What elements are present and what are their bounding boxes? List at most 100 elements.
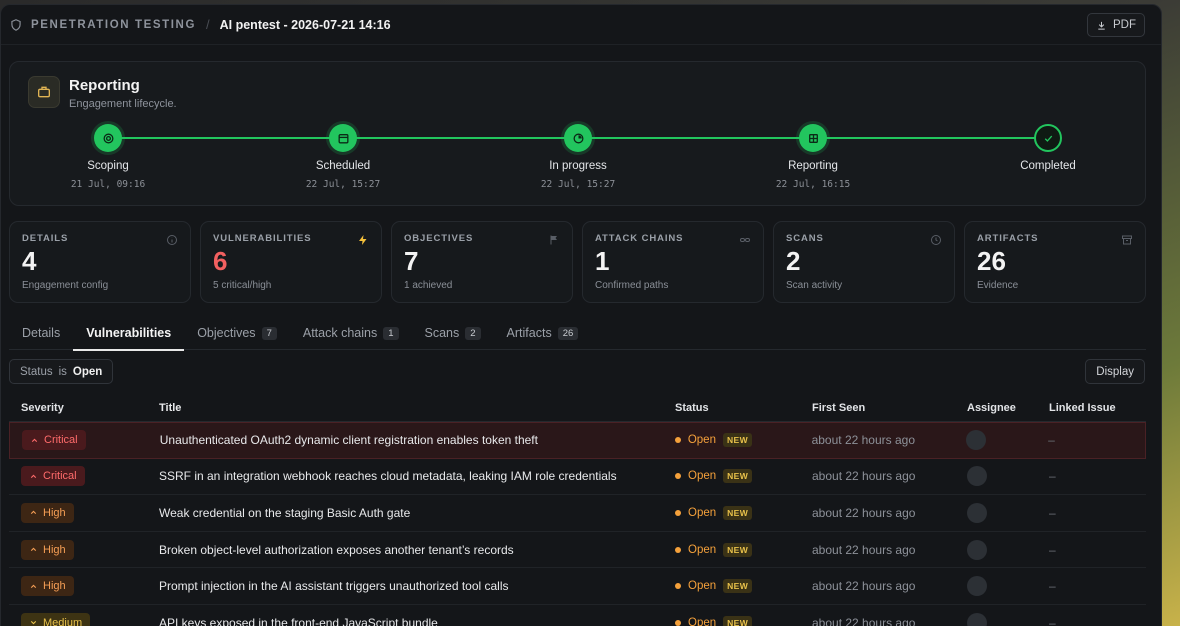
- linked-issue: –: [1049, 542, 1056, 557]
- vuln-title[interactable]: API keys exposed in the front-end JavaSc…: [159, 616, 675, 626]
- severity-badge[interactable]: Medium: [21, 612, 91, 626]
- card-details[interactable]: DETAILS 4 Engagement config: [9, 221, 191, 303]
- avatar[interactable]: [967, 612, 987, 626]
- lifecycle-panel: Reporting Engagement lifecycle. Scoping …: [9, 61, 1146, 206]
- tab-label: Attack chains: [302, 326, 378, 340]
- target-icon: [94, 124, 122, 152]
- col-severity[interactable]: Severity: [9, 402, 159, 414]
- stage-date: 22 Jul, 15:27: [540, 179, 616, 190]
- stage-label: In progress: [549, 160, 607, 172]
- shield-icon: [11, 18, 21, 31]
- col-assignee[interactable]: Assignee: [967, 402, 1049, 414]
- card-note: Evidence: [977, 280, 1019, 291]
- status-label: Open: [688, 580, 717, 593]
- card-label: SCANS: [786, 233, 824, 244]
- status-label: Open: [688, 616, 717, 626]
- stage-scheduled[interactable]: Scheduled 22 Jul, 15:27: [283, 124, 403, 190]
- severity-badge[interactable]: Critical: [22, 430, 86, 451]
- col-status[interactable]: Status: [675, 402, 812, 414]
- pdf-label: PDF: [1113, 19, 1136, 31]
- vuln-title[interactable]: Weak credential on the staging Basic Aut…: [159, 506, 675, 520]
- stage-label: Completed: [1020, 160, 1076, 172]
- vuln-title[interactable]: Prompt injection in the AI assistant tri…: [159, 579, 675, 593]
- avatar[interactable]: [967, 576, 987, 597]
- new-badge: NEW: [723, 579, 753, 594]
- col-title[interactable]: Title: [159, 402, 675, 414]
- top-bar: PENETRATION TESTING / AI pentest - 2026-…: [1, 5, 1161, 45]
- assignee-cell: [967, 612, 1049, 626]
- col-first-seen[interactable]: First Seen: [812, 402, 967, 414]
- stage-scoping[interactable]: Scoping 21 Jul, 09:16: [48, 124, 168, 190]
- first-seen: about 22 hours ago: [812, 615, 916, 626]
- avatar[interactable]: [967, 466, 987, 487]
- card-value: 2: [786, 246, 801, 276]
- new-badge: NEW: [722, 433, 752, 448]
- tab-scans[interactable]: Scans 2: [412, 316, 494, 350]
- first-seen: about 22 hours ago: [811, 433, 915, 448]
- grid-icon: [799, 124, 827, 152]
- table-row[interactable]: Critical SSRF in an integration webhook r…: [9, 459, 1146, 496]
- status-dot-icon: [675, 583, 681, 590]
- display-button[interactable]: Display: [1085, 359, 1145, 384]
- status-dot-icon: [675, 546, 681, 553]
- severity-cell: High: [9, 502, 159, 523]
- filter-field: Status: [20, 365, 53, 378]
- avatar[interactable]: [966, 430, 987, 451]
- chevron-icon: [30, 584, 37, 588]
- tab-objectives[interactable]: Objectives 7: [184, 316, 290, 350]
- status-cell: Open NEW: [675, 615, 812, 626]
- status-filter-chip[interactable]: Status is Open: [9, 359, 114, 384]
- tab-count: 1: [383, 326, 399, 340]
- status-label: Open: [688, 506, 717, 519]
- severity-badge[interactable]: High: [21, 576, 74, 597]
- stage-label: Reporting: [788, 160, 838, 172]
- status-cell: Open NEW: [675, 579, 812, 594]
- info-icon: [167, 235, 177, 245]
- chevron-icon: [30, 547, 37, 552]
- stage-label: Scheduled: [315, 160, 371, 172]
- pdf-export-button[interactable]: PDF: [1087, 13, 1145, 37]
- stage-completed[interactable]: Completed: [988, 124, 1108, 172]
- progress-icon: [564, 124, 592, 152]
- tab-artifacts[interactable]: Artifacts 26: [494, 316, 592, 350]
- table-row[interactable]: Medium API keys exposed in the front-end …: [9, 605, 1146, 626]
- card-scans[interactable]: SCANS 2 Scan activity: [773, 221, 955, 303]
- download-icon: [1098, 21, 1105, 30]
- table-row[interactable]: High Prompt injection in the AI assistant…: [9, 568, 1146, 605]
- severity-badge[interactable]: High: [21, 502, 74, 523]
- vuln-title[interactable]: SSRF in an integration webhook reaches c…: [159, 469, 675, 483]
- tab-details[interactable]: Details: [9, 316, 73, 350]
- new-badge: NEW: [723, 469, 753, 484]
- breadcrumb-section[interactable]: PENETRATION TESTING: [31, 19, 196, 31]
- vuln-title[interactable]: Unauthenticated OAuth2 dynamic client re…: [160, 433, 675, 447]
- card-attack-chains[interactable]: ATTACK CHAINS 1 Confirmed paths: [582, 221, 764, 303]
- status-dot-icon: [675, 619, 681, 626]
- tab-vulnerabilities[interactable]: Vulnerabilities: [73, 316, 185, 351]
- status-dot-icon: [675, 509, 681, 516]
- card-vulnerabilities[interactable]: VULNERABILITIES 6 5 critical/high: [200, 221, 382, 303]
- severity-badge[interactable]: High: [21, 539, 74, 560]
- card-label: OBJECTIVES: [404, 233, 474, 244]
- tab-count: 7: [261, 326, 277, 340]
- card-artifacts[interactable]: ARTIFACTS 26 Evidence: [964, 221, 1146, 303]
- avatar[interactable]: [967, 502, 987, 523]
- table-row[interactable]: Critical Unauthenticated OAuth2 dynamic c…: [9, 422, 1146, 459]
- vuln-title[interactable]: Broken object-level authorization expose…: [159, 543, 675, 557]
- col-linked-issue[interactable]: Linked Issue: [1049, 402, 1146, 414]
- card-objectives[interactable]: OBJECTIVES 7 1 achieved: [391, 221, 573, 303]
- severity-badge[interactable]: Critical: [21, 466, 85, 487]
- table-row[interactable]: High Broken object-level authorization ex…: [9, 532, 1146, 569]
- severity-cell: Critical: [9, 466, 159, 487]
- linked-issue: –: [1048, 433, 1055, 448]
- vulnerabilities-table: Severity Title Status First Seen Assigne…: [9, 395, 1146, 626]
- stage-in-progress[interactable]: In progress 22 Jul, 15:27: [518, 124, 638, 190]
- table-row[interactable]: High Weak credential on the staging Basic…: [9, 495, 1146, 532]
- new-badge: NEW: [723, 542, 753, 557]
- chevron-icon: [30, 474, 37, 478]
- card-note: Scan activity: [786, 280, 843, 291]
- tab-attack-chains[interactable]: Attack chains 1: [290, 316, 412, 350]
- avatar[interactable]: [967, 539, 987, 560]
- first-seen: about 22 hours ago: [812, 469, 916, 484]
- new-badge: NEW: [723, 505, 753, 520]
- stage-reporting[interactable]: Reporting 22 Jul, 16:15: [753, 124, 873, 190]
